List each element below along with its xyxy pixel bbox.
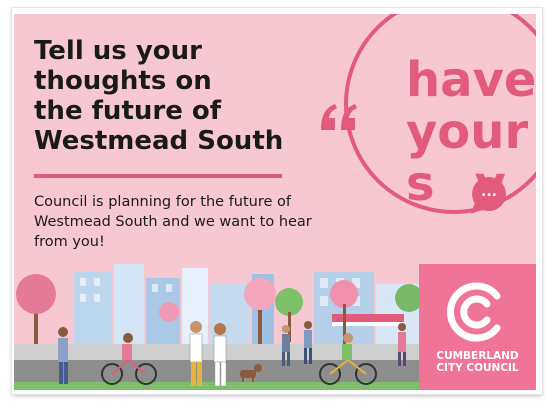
say-line-2: your — [406, 104, 529, 160]
speech-bubble-icon: ... — [471, 177, 506, 214]
headline-line-4: Westmead South — [34, 126, 284, 156]
promo-card: Tell us your thoughts on the future of W… — [14, 14, 536, 390]
say-line-1: have — [406, 52, 536, 108]
headline-underline — [34, 174, 282, 178]
logo-line-1: CUMBERLAND — [436, 350, 519, 362]
council-logo-text: CUMBERLAND CITY COUNCIL — [419, 350, 536, 374]
headline: Tell us your thoughts on the future of W… — [34, 36, 283, 156]
say-line-3-start: s — [406, 156, 435, 212]
council-logo-icon — [447, 282, 501, 342]
speech-bubble-dots: ... — [481, 184, 497, 200]
body-copy: Council is planning for the future of We… — [34, 194, 312, 250]
council-logo-panel: CUMBERLAND CITY COUNCIL — [419, 264, 536, 390]
headline-line-2: thoughts on — [34, 66, 212, 96]
street-scene-illustration — [14, 264, 419, 390]
logo-line-2: CITY COUNCIL — [436, 362, 519, 374]
quote-mark-icon — [321, 104, 357, 130]
headline-line-1: Tell us your — [34, 36, 202, 66]
headline-line-3: the future of — [34, 96, 222, 126]
